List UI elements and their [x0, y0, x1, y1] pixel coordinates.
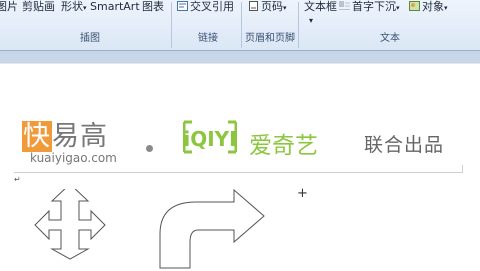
bent-arrow-shape — [159, 189, 265, 269]
group-label-text: 文本 — [380, 33, 400, 44]
chevron-down-icon: ▾ — [83, 4, 87, 12]
smartart-button[interactable]: SmartArt — [90, 0, 140, 14]
header-rule — [14, 172, 462, 173]
document-background — [0, 51, 480, 63]
group-label-header-footer: 页眉和页脚 — [245, 33, 295, 44]
paragraph-mark: ↵ — [14, 175, 21, 184]
chevron-down-icon: ▾ — [283, 4, 287, 12]
chart-button[interactable]: 图表 — [142, 0, 164, 14]
crossref-button[interactable]: 交叉引用 — [177, 0, 234, 14]
object-icon — [409, 1, 420, 11]
dropcap-button[interactable]: 首字下沉▾ — [339, 0, 400, 14]
ribbon: 图片 剪贴画 形状▾ SmartArt 图表 交叉引用 页码▾ 文本框 ▾ 首字… — [0, 0, 480, 51]
iqiyi-logo: iQIYI — [182, 119, 238, 155]
object-button[interactable]: 对象▾ — [409, 0, 448, 14]
page-number-icon — [248, 1, 259, 11]
chevron-down-icon: ▾ — [444, 4, 448, 12]
header-rule-end — [456, 165, 463, 173]
picture-button[interactable]: 图片 — [0, 0, 18, 14]
dropcap-icon — [339, 1, 350, 11]
group-label-links: 链接 — [198, 33, 218, 44]
kuaiyigao-url: kuaiyigao.com — [30, 151, 117, 165]
shapes-button[interactable]: 形状▾ — [61, 0, 87, 14]
clipart-button[interactable]: 剪贴画 — [22, 0, 55, 14]
group-separator — [171, 2, 172, 48]
four-way-arrow-shape — [34, 189, 106, 260]
shapes-canvas[interactable] — [0, 189, 480, 271]
separator-dot — [146, 145, 153, 152]
document-page[interactable]: 快易高 kuaiyigao.com iQIYI 爱奇艺 联合出品 ↵ + — [0, 63, 480, 271]
kuaiyigao-logo: 快易高 — [22, 121, 108, 152]
pagenum-button[interactable]: 页码▾ — [248, 0, 287, 14]
chevron-down-icon: ▾ — [309, 16, 314, 25]
textbox-button[interactable]: 文本框 — [304, 0, 337, 14]
svg-text:iQIYI: iQIYI — [183, 127, 236, 151]
joint-production-text: 联合出品 — [364, 134, 445, 156]
group-label-illustrations: 插图 — [80, 33, 100, 44]
iqiyi-name: 爱奇艺 — [249, 133, 318, 159]
crossref-icon — [177, 1, 188, 11]
